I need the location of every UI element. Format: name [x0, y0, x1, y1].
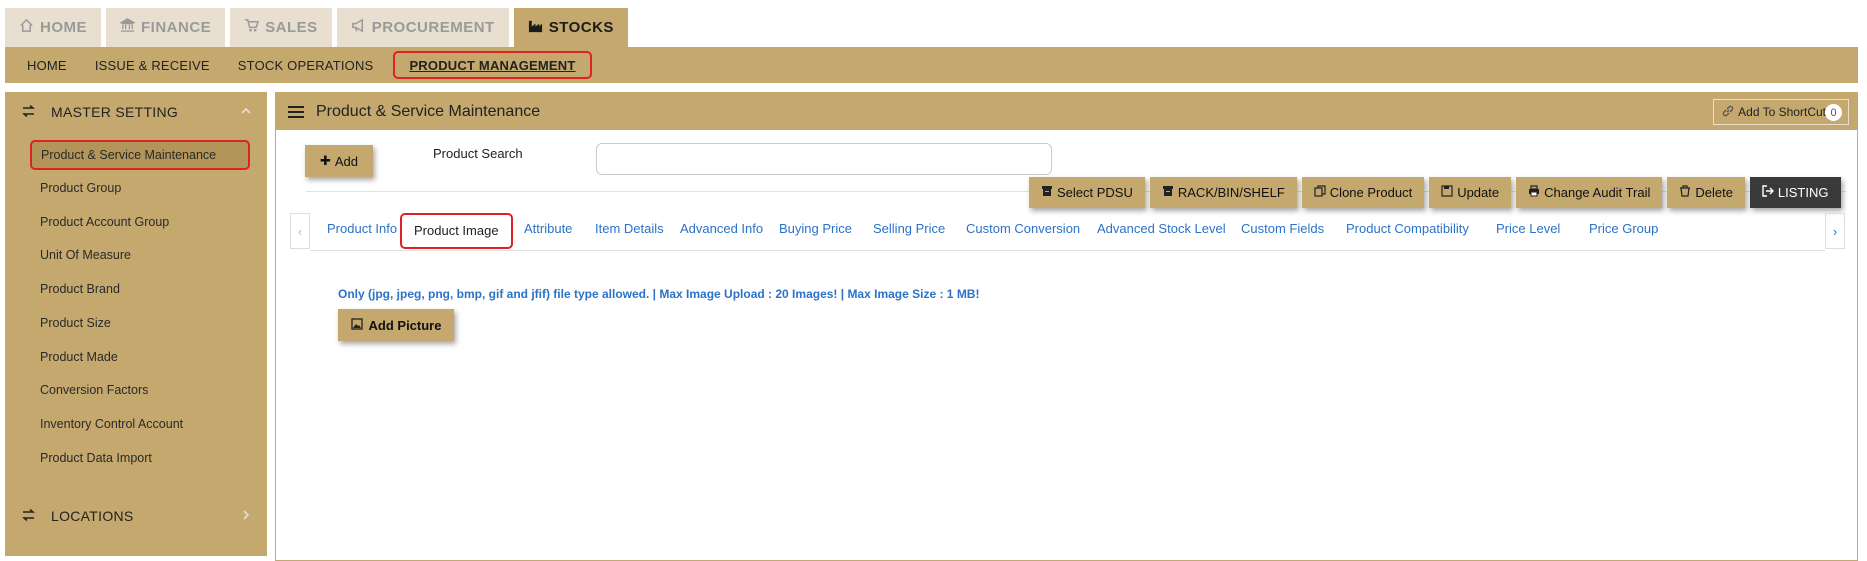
shortcut-count-badge: 0: [1825, 104, 1842, 121]
subnav-issue-receive[interactable]: ISSUE & RECEIVE: [81, 51, 224, 79]
tab-attribute[interactable]: Attribute: [524, 221, 572, 236]
archive-icon: [1041, 185, 1053, 200]
tab-price-level[interactable]: Price Level: [1496, 221, 1560, 236]
tab-product-compatibility[interactable]: Product Compatibility: [1346, 221, 1469, 236]
subnav-product-management[interactable]: PRODUCT MANAGEMENT: [393, 51, 592, 79]
listing-button[interactable]: LISTING: [1749, 177, 1841, 208]
rack-bin-shelf-button[interactable]: RACK/BIN/SHELF: [1149, 177, 1297, 208]
tab-sales[interactable]: SALES: [230, 8, 332, 47]
product-tabs: ‹ Product Info Product Image Attribute I…: [290, 211, 1845, 251]
change-audit-trail-button[interactable]: Change Audit Trail: [1516, 177, 1663, 208]
sidebar-item-product-size[interactable]: Product Size: [40, 313, 111, 333]
scroll-right-icon[interactable]: ›: [1825, 213, 1845, 249]
tab-advanced-stock-level[interactable]: Advanced Stock Level: [1097, 221, 1226, 236]
trash-icon: [1679, 185, 1691, 200]
select-pdsu-button[interactable]: Select PDSU: [1029, 177, 1145, 208]
update-button[interactable]: Update: [1429, 177, 1512, 208]
tab-stocks-label: STOCKS: [548, 19, 614, 36]
tab-home-label: HOME: [40, 19, 87, 36]
tab-procurement-label: PROCUREMENT: [371, 19, 495, 36]
add-to-shortcut-button[interactable]: Add To ShortCut 0: [1713, 99, 1849, 125]
listing-label: LISTING: [1777, 185, 1829, 200]
delete-label: Delete: [1695, 185, 1733, 200]
save-icon: [1441, 185, 1453, 200]
subnav-home[interactable]: HOME: [13, 51, 81, 79]
locations-header[interactable]: LOCATIONS: [5, 496, 267, 536]
plus-icon: ✚: [319, 153, 331, 168]
sidebar-item-unit-of-measure[interactable]: Unit Of Measure: [40, 245, 131, 265]
sidebar-item-product-made[interactable]: Product Made: [40, 347, 118, 367]
tab-custom-fields[interactable]: Custom Fields: [1241, 221, 1324, 236]
panel-header: Product & Service Maintenance Add To Sho…: [276, 93, 1857, 130]
tab-finance[interactable]: FINANCE: [106, 8, 226, 47]
link-icon: [1722, 105, 1734, 120]
bank-icon: [118, 18, 137, 37]
master-setting-header[interactable]: MASTER SETTING: [5, 92, 267, 132]
clone-product-button[interactable]: Clone Product: [1301, 177, 1425, 208]
add-picture-button[interactable]: Add Picture: [338, 309, 454, 341]
master-setting-label: MASTER SETTING: [51, 104, 179, 120]
sign-out-icon: [1762, 185, 1774, 200]
tab-custom-conversion[interactable]: Custom Conversion: [966, 221, 1080, 236]
sidebar-item-product-account-group[interactable]: Product Account Group: [40, 212, 169, 232]
chevron-right-icon: [239, 508, 253, 522]
copy-icon: [1314, 185, 1326, 200]
tab-product-info[interactable]: Product Info: [327, 221, 397, 236]
page-title: Product & Service Maintenance: [316, 102, 541, 120]
sidebar-item-product-data-import[interactable]: Product Data Import: [40, 448, 152, 468]
scroll-left-icon[interactable]: ‹: [290, 213, 310, 249]
tab-product-image[interactable]: Product Image: [400, 213, 513, 249]
shortcut-label: Add To ShortCut: [1738, 105, 1826, 119]
exchange-icon: [21, 508, 36, 524]
subnav-stock-operations[interactable]: STOCK OPERATIONS: [224, 51, 388, 79]
exchange-icon: [21, 104, 36, 120]
print-icon: [1528, 185, 1540, 200]
industry-icon: [528, 18, 543, 37]
sidebar-item-product-brand[interactable]: Product Brand: [40, 279, 120, 299]
action-toolbar: Select PDSU RACK/BIN/SHELF Clone Product…: [1029, 177, 1841, 208]
archive-icon: [1162, 185, 1174, 200]
sidebar-item-inventory-control-account[interactable]: Inventory Control Account: [40, 414, 183, 434]
clone-product-label: Clone Product: [1329, 185, 1413, 200]
cart-icon: [244, 18, 260, 37]
sub-navigation: HOME ISSUE & RECEIVE STOCK OPERATIONS PR…: [5, 47, 1858, 83]
tab-buying-price[interactable]: Buying Price: [779, 221, 852, 236]
megaphone-icon: [351, 18, 366, 37]
tab-finance-label: FINANCE: [141, 19, 212, 36]
sidebar: MASTER SETTING Product & Service Mainten…: [5, 92, 267, 556]
tab-row: Product Info Product Image Attribute Ite…: [310, 211, 1825, 251]
home-icon: [19, 18, 34, 37]
delete-button[interactable]: Delete: [1667, 177, 1745, 208]
tab-home[interactable]: HOME: [5, 8, 101, 47]
update-label: Update: [1457, 185, 1500, 200]
chevron-up-icon: [239, 104, 253, 118]
image-icon: [350, 317, 363, 333]
sidebar-item-product-service-maintenance[interactable]: Product & Service Maintenance: [30, 140, 250, 170]
tab-advanced-info[interactable]: Advanced Info: [680, 221, 763, 236]
change-audit-trail-label: Change Audit Trail: [1544, 185, 1651, 200]
product-search-input[interactable]: [596, 143, 1052, 175]
main-panel: Product & Service Maintenance Add To Sho…: [275, 92, 1858, 561]
upload-notice: Only (jpg, jpeg, png, bmp, gif and jfif)…: [338, 287, 980, 301]
tab-selling-price[interactable]: Selling Price: [873, 221, 945, 236]
tab-sales-label: SALES: [265, 19, 318, 36]
tab-procurement[interactable]: PROCUREMENT: [336, 8, 509, 47]
tab-item-details[interactable]: Item Details: [595, 221, 664, 236]
rack-bin-shelf-label: RACK/BIN/SHELF: [1177, 185, 1285, 200]
sidebar-item-product-group[interactable]: Product Group: [40, 178, 121, 198]
add-button[interactable]: ✚ Add: [305, 145, 373, 177]
tab-stocks[interactable]: STOCKS: [513, 8, 628, 47]
sidebar-item-conversion-factors[interactable]: Conversion Factors: [40, 380, 148, 400]
select-pdsu-label: Select PDSU: [1057, 185, 1133, 200]
add-label: Add: [334, 153, 359, 169]
add-picture-label: Add Picture: [368, 317, 442, 333]
tab-price-group[interactable]: Price Group: [1589, 221, 1658, 236]
locations-label: LOCATIONS: [51, 508, 134, 524]
hamburger-icon[interactable]: [288, 105, 304, 119]
product-search-label: Product Search: [433, 146, 523, 161]
module-tabs: HOME FINANCE SALES PROCUREMENT STOCKS: [5, 8, 628, 47]
